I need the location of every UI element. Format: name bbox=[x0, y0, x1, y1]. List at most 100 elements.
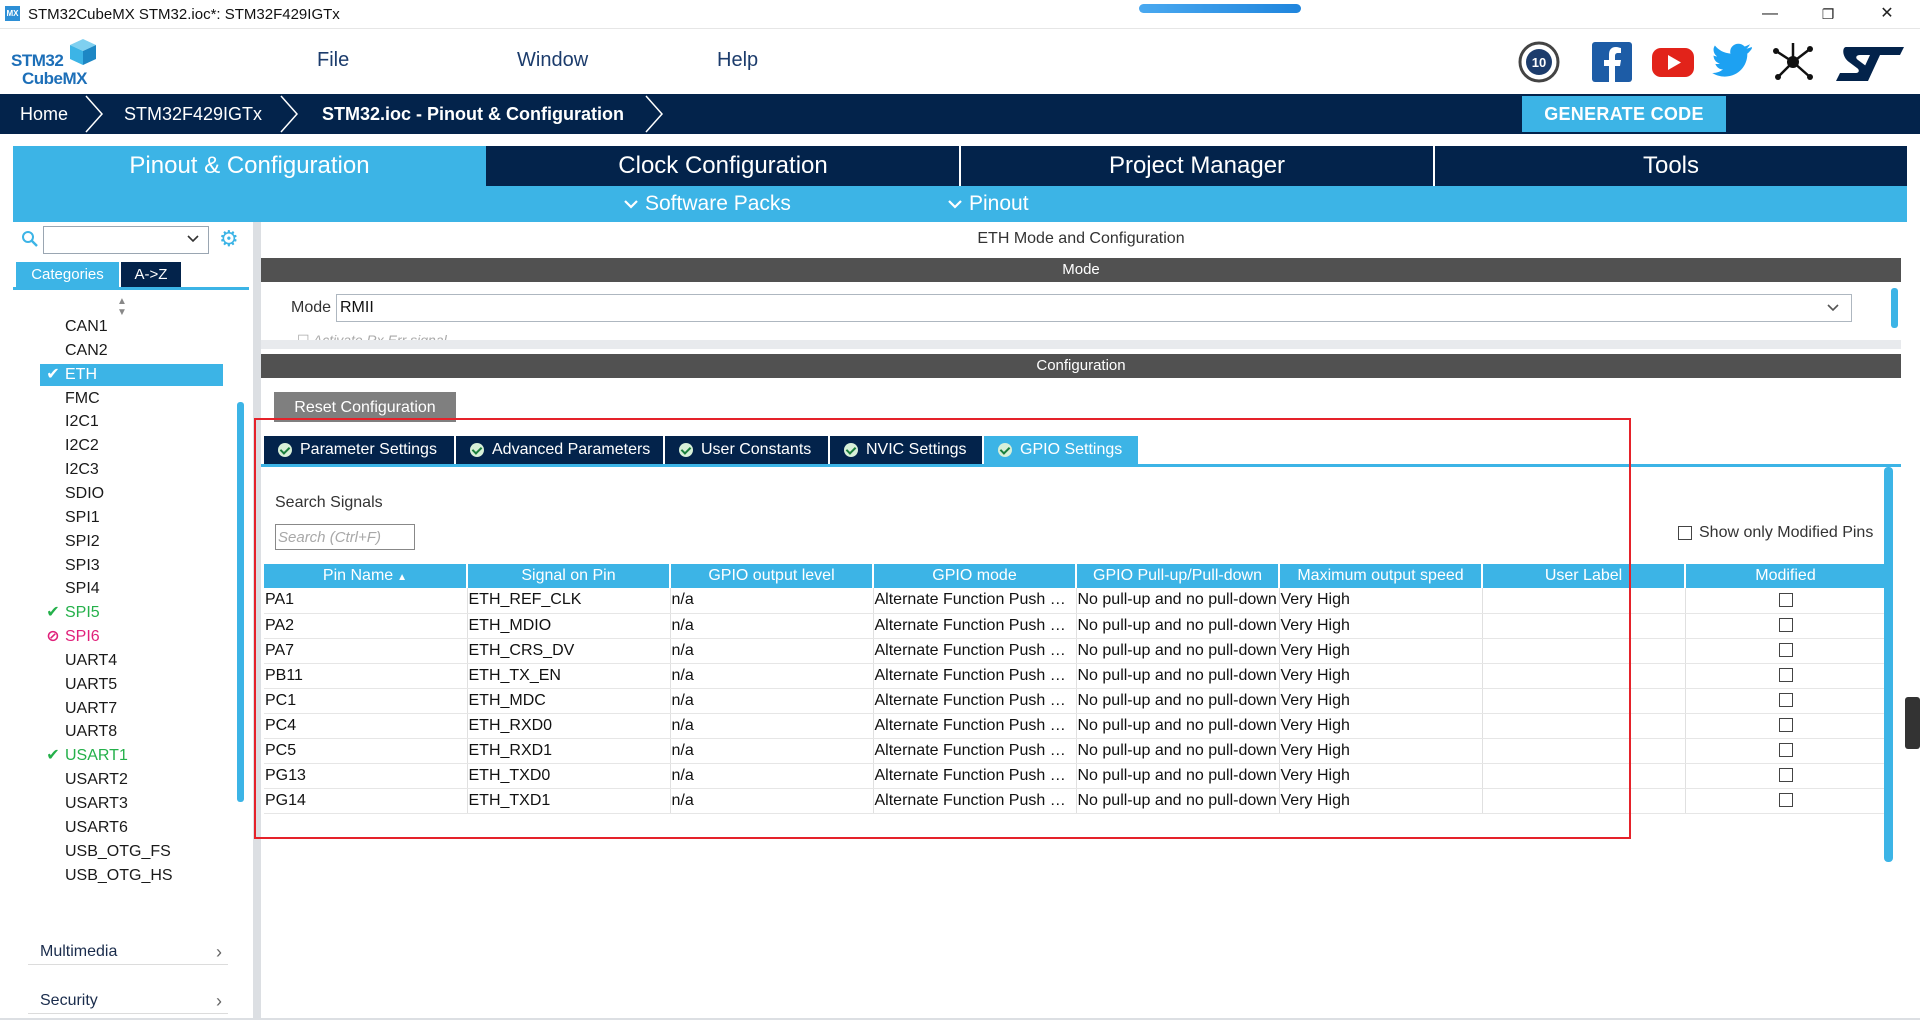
pull-cell[interactable]: No pull-up and no pull-down bbox=[1076, 688, 1280, 714]
tab-advanced-parameters[interactable]: Advanced Parameters bbox=[456, 436, 663, 464]
signal-cell[interactable]: ETH_RXD0 bbox=[467, 713, 671, 739]
table-row[interactable]: PC4 ETH_RXD0 n/a Alternate Function Push Pu… bbox=[264, 713, 1887, 739]
minimize-button[interactable]: — bbox=[1747, 2, 1793, 26]
tab-nvic-settings[interactable]: NVIC Settings bbox=[830, 436, 982, 464]
pin-name-cell[interactable]: PC4 bbox=[264, 713, 468, 739]
modified-checkbox[interactable] bbox=[1779, 618, 1793, 633]
youtube-icon[interactable] bbox=[1650, 39, 1696, 85]
search-signals-input[interactable] bbox=[276, 525, 414, 549]
user-label-cell[interactable] bbox=[1482, 588, 1686, 614]
category-item[interactable]: I2C1 bbox=[40, 411, 223, 433]
signal-cell[interactable]: ETH_REF_CLK bbox=[467, 588, 671, 614]
output-level-cell[interactable]: n/a bbox=[670, 613, 874, 639]
pull-cell[interactable]: No pull-up and no pull-down bbox=[1076, 588, 1280, 614]
column-speed[interactable]: Maximum output speed bbox=[1279, 564, 1483, 588]
speed-cell[interactable]: Very High bbox=[1279, 663, 1483, 689]
tab-categories[interactable]: Categories bbox=[16, 262, 119, 287]
table-row[interactable]: PA7 ETH_CRS_DV n/a Alternate Function Push … bbox=[264, 638, 1887, 664]
breadcrumb-home[interactable]: Home bbox=[20, 94, 68, 134]
category-item[interactable]: UART8 bbox=[40, 721, 223, 743]
category-item[interactable]: USART3 bbox=[40, 793, 223, 815]
panel-splitter[interactable] bbox=[253, 222, 261, 1018]
tab-project-manager[interactable]: Project Manager bbox=[961, 146, 1433, 186]
category-item[interactable]: SPI1 bbox=[40, 507, 223, 529]
category-item[interactable]: SPI4 bbox=[40, 578, 223, 600]
pin-name-cell[interactable]: PA1 bbox=[264, 588, 468, 614]
category-item[interactable]: USB_OTG_HS bbox=[40, 865, 223, 887]
signal-cell[interactable]: ETH_TX_EN bbox=[467, 663, 671, 689]
pin-name-cell[interactable]: PA7 bbox=[264, 638, 468, 664]
checkbox[interactable] bbox=[1678, 526, 1692, 540]
menu-file[interactable]: File bbox=[317, 49, 349, 72]
facebook-icon[interactable] bbox=[1589, 39, 1635, 85]
tab-user-constants[interactable]: User Constants bbox=[665, 436, 828, 464]
network-icon[interactable] bbox=[1770, 39, 1816, 85]
speed-cell[interactable]: Very High bbox=[1279, 688, 1483, 714]
gpio-mode-cell[interactable]: Alternate Function Push Pull bbox=[873, 663, 1077, 689]
output-level-cell[interactable]: n/a bbox=[670, 663, 874, 689]
column-modified[interactable]: Modified bbox=[1685, 564, 1887, 588]
category-item[interactable]: ✔ ETH bbox=[40, 363, 223, 386]
category-item[interactable]: SPI3 bbox=[40, 555, 223, 577]
group-security[interactable]: Security › bbox=[28, 988, 228, 1014]
tab-pinout-configuration[interactable]: Pinout & Configuration bbox=[13, 146, 486, 186]
signal-cell[interactable]: ETH_TXD1 bbox=[467, 788, 671, 814]
menu-window[interactable]: Window bbox=[517, 49, 588, 72]
speed-cell[interactable]: Very High bbox=[1279, 713, 1483, 739]
pull-cell[interactable]: No pull-up and no pull-down bbox=[1076, 738, 1280, 764]
modified-checkbox[interactable] bbox=[1779, 668, 1793, 683]
category-item[interactable]: ⊘ SPI6 bbox=[40, 626, 223, 648]
table-row[interactable]: PG14 ETH_TXD1 n/a Alternate Function Push P… bbox=[264, 788, 1887, 814]
gpio-mode-cell[interactable]: Alternate Function Push Pull bbox=[873, 763, 1077, 789]
outer-scrollbar-track[interactable] bbox=[1907, 222, 1920, 1018]
signal-cell[interactable]: ETH_TXD0 bbox=[467, 763, 671, 789]
signal-cell[interactable]: ETH_MDIO bbox=[467, 613, 671, 639]
category-item[interactable]: UART5 bbox=[40, 674, 223, 696]
table-row[interactable]: PB11 ETH_TX_EN n/a Alternate Function Push … bbox=[264, 663, 1887, 689]
user-label-cell[interactable] bbox=[1482, 713, 1686, 739]
speed-cell[interactable]: Very High bbox=[1279, 763, 1483, 789]
close-button[interactable]: ✕ bbox=[1864, 2, 1910, 26]
output-level-cell[interactable]: n/a bbox=[670, 638, 874, 664]
user-label-cell[interactable] bbox=[1482, 688, 1686, 714]
output-level-cell[interactable]: n/a bbox=[670, 788, 874, 814]
modified-checkbox[interactable] bbox=[1779, 743, 1793, 758]
speed-cell[interactable]: Very High bbox=[1279, 638, 1483, 664]
search-icon[interactable] bbox=[21, 230, 39, 248]
tab-gpio-settings[interactable]: GPIO Settings bbox=[984, 436, 1138, 464]
category-item[interactable]: ✔ SPI5 bbox=[40, 602, 223, 624]
output-level-cell[interactable]: n/a bbox=[670, 713, 874, 739]
tab-tools[interactable]: Tools bbox=[1435, 146, 1907, 186]
pull-cell[interactable]: No pull-up and no pull-down bbox=[1076, 788, 1280, 814]
category-item[interactable]: UART4 bbox=[40, 650, 223, 672]
output-level-cell[interactable]: n/a bbox=[670, 763, 874, 789]
sort-icon[interactable]: ▲ ▼ bbox=[117, 296, 127, 318]
tab-parameter-settings[interactable]: Parameter Settings bbox=[264, 436, 454, 464]
pin-name-cell[interactable]: PA2 bbox=[264, 613, 468, 639]
user-label-cell[interactable] bbox=[1482, 638, 1686, 664]
table-row[interactable]: PC5 ETH_RXD1 n/a Alternate Function Push Pu… bbox=[264, 738, 1887, 764]
table-row[interactable]: PA2 ETH_MDIO n/a Alternate Function Push Pu… bbox=[264, 613, 1887, 639]
category-item[interactable]: CAN2 bbox=[40, 340, 223, 362]
modified-checkbox[interactable] bbox=[1779, 693, 1793, 708]
gpio-mode-cell[interactable]: Alternate Function Push Pull bbox=[873, 788, 1077, 814]
column-gpio-mode[interactable]: GPIO mode bbox=[873, 564, 1077, 588]
category-item[interactable]: CAN1 bbox=[40, 316, 223, 338]
category-item[interactable]: SPI2 bbox=[40, 531, 223, 553]
category-item[interactable]: FMC bbox=[40, 388, 223, 410]
gpio-mode-cell[interactable]: Alternate Function Push Pull bbox=[873, 688, 1077, 714]
pull-cell[interactable]: No pull-up and no pull-down bbox=[1076, 713, 1280, 739]
pin-name-cell[interactable]: PG14 bbox=[264, 788, 468, 814]
speed-cell[interactable]: Very High bbox=[1279, 738, 1483, 764]
breadcrumb-current[interactable]: STM32.ioc - Pinout & Configuration bbox=[322, 94, 624, 134]
speed-cell[interactable]: Very High bbox=[1279, 613, 1483, 639]
signal-cell[interactable]: ETH_CRS_DV bbox=[467, 638, 671, 664]
gpio-mode-cell[interactable]: Alternate Function Push Pull bbox=[873, 638, 1077, 664]
left-scrollbar[interactable] bbox=[237, 402, 244, 802]
maximize-button[interactable]: ❐ bbox=[1805, 2, 1851, 26]
mode-select[interactable]: RMII bbox=[336, 294, 1852, 322]
breadcrumb-device[interactable]: STM32F429IGTx bbox=[124, 94, 262, 134]
category-item[interactable]: USART2 bbox=[40, 769, 223, 791]
speed-cell[interactable]: Very High bbox=[1279, 588, 1483, 614]
gpio-mode-cell[interactable]: Alternate Function Push Pull bbox=[873, 713, 1077, 739]
